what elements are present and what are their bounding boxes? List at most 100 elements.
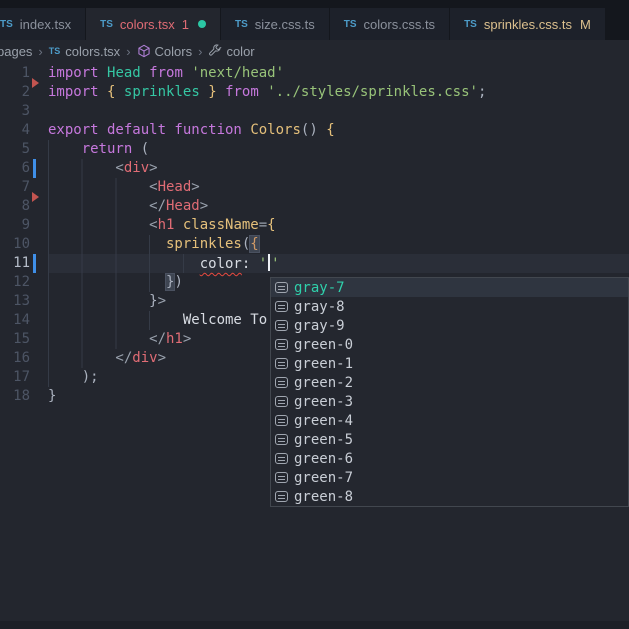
suggest-item-green-1[interactable]: green-1 [271,354,628,373]
code-token: className [182,217,259,233]
modified-dot-icon[interactable] [198,20,207,28]
line-number[interactable]: 18 [0,387,30,406]
code-line-content[interactable]: </Head> [48,197,629,216]
code-token: '../styles/sprinkles.css' [267,84,478,100]
line-number[interactable]: 12 [0,273,30,292]
code-line-content[interactable]: return ( [48,140,629,159]
suggest-item-green-4[interactable]: green-4 [271,411,628,430]
gutter-decorations [30,140,48,159]
indent-guides [48,311,181,330]
gutter-decorations [30,349,48,368]
symbol-value-icon [275,434,288,445]
code-token: h1 [166,331,183,347]
symbol-value-icon [275,282,288,293]
breadcrumb-label: pages [0,43,33,59]
typescript-file-icon: TS [48,46,61,56]
suggest-item-gray-8[interactable]: gray-8 [271,297,628,316]
line-number[interactable]: 13 [0,292,30,311]
code-line-content[interactable]: color: ' ' [48,254,629,273]
code-token: return [81,141,133,157]
line-number[interactable]: 5 [0,140,30,159]
gutter-decorations [30,178,48,202]
breadcrumb-item-color[interactable]: color [208,43,255,59]
code-token: </ [149,198,166,214]
code-token: { [250,236,259,252]
code-token: h1 [157,217,175,233]
code-token: ' [258,256,268,272]
tab-label: size.css.ts [254,16,315,32]
gutter-decorations [30,121,48,140]
suggest-item-green-7[interactable]: green-7 [271,468,628,487]
line-number[interactable]: 11 [0,254,30,273]
line-number[interactable]: 17 [0,368,30,387]
line-number[interactable]: 16 [0,349,30,368]
code-line-4: 4 export default function Colors() { [0,121,629,140]
suggest-item-green-3[interactable]: green-3 [271,392,628,411]
code-token: < [115,160,124,176]
suggest-item-label: green-5 [294,431,354,448]
breadcrumb-item-pages[interactable]: pages [0,44,32,59]
indent-guides [48,140,80,159]
code-line-content[interactable]: <h1 className={ [48,216,629,235]
line-number[interactable]: 1 [0,64,30,83]
code-token: ( [132,141,150,157]
line-number[interactable]: 4 [0,121,30,140]
code-token: = [258,217,268,233]
code-line-content[interactable]: import { sprinkles } from '../styles/spr… [48,83,629,102]
line-number[interactable]: 15 [0,330,30,349]
line-number[interactable]: 14 [0,311,30,330]
symbol-namespace-icon [137,44,150,58]
code-line-10: 10 sprinkles({ [0,235,629,254]
gutter-decorations [30,311,48,330]
breadcrumb-item-Colors[interactable]: Colors [137,44,192,59]
line-number[interactable]: 9 [0,216,30,235]
code-line-content[interactable]: <div> [48,159,629,178]
code-token: </ [149,331,166,347]
line-number[interactable]: 7 [0,178,30,197]
suggest-item-gray-7[interactable]: gray-7 [271,278,628,297]
tab-colors-css[interactable]: TS colors.css.ts [329,8,451,40]
tab-index[interactable]: TS index.tsx [0,8,87,40]
suggest-item-green-6[interactable]: green-6 [271,449,628,468]
line-number[interactable]: 3 [0,102,30,121]
code-line-3: 3 [0,102,629,121]
suggest-item-green-0[interactable]: green-0 [271,335,628,354]
line-number[interactable]: 2 [0,83,30,102]
code-line-content[interactable] [48,102,629,121]
suggest-item-green-5[interactable]: green-5 [271,430,628,449]
line-number[interactable]: 6 [0,159,30,178]
code-line-content[interactable]: sprinkles({ [48,235,629,254]
breadcrumb-label: colors.tsx [65,43,121,59]
code-line-content[interactable]: <Head> [48,178,629,197]
symbol-value-icon [275,415,288,426]
suggest-item-label: gray-7 [294,279,345,296]
line-number[interactable]: 10 [0,235,30,254]
tab-size[interactable]: TS size.css.ts [221,8,330,40]
autocomplete-suggest-widget: gray-7 gray-8 gray-9 green-0 green-1 green-2 g… [270,277,629,507]
gutter-decorations [30,387,48,406]
line-number[interactable]: 8 [0,197,30,216]
suggest-item-green-8[interactable]: green-8 [271,487,628,506]
code-token: < [149,217,158,233]
code-line-content[interactable]: import Head from 'next/head' [48,64,629,83]
symbol-value-icon [275,301,288,312]
code-line-content[interactable]: export default function Colors() { [48,121,629,140]
typescript-file-icon: TS [235,18,248,30]
tab-colors[interactable]: TS colors.tsx 1 [86,8,222,40]
suggest-item-gray-9[interactable]: gray-9 [271,316,628,335]
breadcrumb-label: color [226,43,255,59]
typescript-file-icon: TS [343,18,357,30]
breadcrumb-item-colors-tsx[interactable]: TS colors.tsx [49,44,120,59]
symbol-value-icon [275,491,288,502]
symbol-value-icon [275,358,288,369]
indent-guides [48,216,148,235]
suggest-item-green-2[interactable]: green-2 [271,373,628,392]
indent-guides [48,368,80,387]
gutter-decorations [30,254,48,273]
suggest-item-label: green-1 [294,355,354,372]
tab-sprinkles[interactable]: TS sprinkles.css.ts M [450,8,606,40]
code-token: </ [115,350,133,366]
